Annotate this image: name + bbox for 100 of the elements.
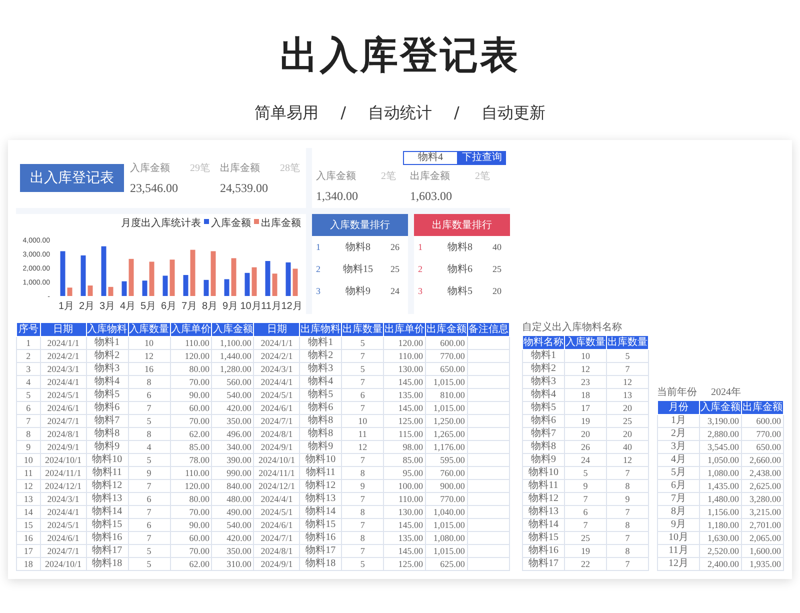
- table-cell: 1,280.00: [220, 364, 252, 374]
- table-cell: 110.00: [398, 351, 423, 361]
- table-cell: 95.00: [402, 468, 423, 478]
- table-cell: 8: [625, 520, 630, 530]
- table-cell: 物料8: [308, 415, 334, 426]
- table-cell: 350.00: [226, 416, 252, 426]
- table-cell: 40: [623, 442, 632, 452]
- banner-title: 出入库登记表: [20, 164, 124, 192]
- table-cell: 2,660.00: [750, 455, 781, 465]
- table-cell: 2024/2/1: [260, 351, 293, 361]
- column-header: 日期: [254, 322, 300, 336]
- chart-bar: [170, 260, 175, 296]
- column-header: 日期: [40, 322, 86, 336]
- table-cell: 物料3: [531, 376, 556, 387]
- table-cell: 2024/6/1: [260, 403, 293, 413]
- chart-title: 月度出入库统计表: [121, 218, 201, 229]
- table-cell: 810.00: [440, 390, 465, 400]
- table-cell: 1,435.00: [708, 481, 739, 491]
- table-cell: 560.00: [226, 377, 252, 387]
- table-cell: 25: [581, 533, 590, 543]
- table-cell: 11月: [668, 545, 688, 556]
- filter-field[interactable]: 物料4: [403, 151, 458, 165]
- table-cell: 5: [360, 338, 365, 348]
- table-cell: 物料8: [531, 441, 556, 452]
- column-header: 入库物料: [86, 322, 128, 336]
- stat-count: 2笔: [475, 170, 490, 183]
- table-cell: 8: [360, 507, 365, 517]
- table-cell: 770.00: [440, 351, 465, 361]
- table-cell: 6: [583, 507, 588, 517]
- chart-bar: [80, 255, 86, 296]
- table-cell: 90.00: [189, 390, 210, 400]
- column-header: 出库数量: [342, 322, 384, 336]
- table-cell: 80.00: [189, 494, 210, 504]
- table-cell: 5: [360, 559, 365, 569]
- table-cell: 25: [623, 416, 632, 426]
- stat-value: 1,340.00: [316, 189, 359, 204]
- table-cell: 85.00: [189, 442, 210, 452]
- table-cell: 2024/12/1: [44, 481, 82, 491]
- table-cell: 9: [360, 481, 365, 491]
- table-cell: 物料15: [306, 519, 336, 530]
- table-cell: 6: [146, 390, 152, 400]
- table-cell: 12: [623, 455, 632, 465]
- table-cell: 6: [146, 520, 152, 530]
- chart-bar: [88, 286, 93, 296]
- column-header: 备注信息: [467, 322, 510, 336]
- table-cell: 3,545.00: [708, 442, 739, 452]
- axis-label: 3月: [99, 301, 116, 312]
- table-cell: 2,400.00: [708, 559, 739, 569]
- table-cell: 物料9: [531, 454, 556, 465]
- table-cell: 20: [623, 429, 632, 439]
- chart-bar: [244, 272, 250, 296]
- table-cell: 70.00: [189, 377, 210, 387]
- table-cell: 12: [581, 364, 590, 374]
- table-cell: 350.00: [226, 546, 252, 556]
- column-header: 入库金额: [700, 400, 742, 414]
- rank-quantity: 20: [492, 286, 502, 296]
- table-cell: 8月: [671, 506, 686, 517]
- rank-item: 物料5: [446, 284, 474, 298]
- column-header: 物料名称: [522, 336, 564, 350]
- table-cell: 12: [144, 351, 154, 361]
- stat-count: 28笔: [280, 162, 300, 174]
- table-cell: 650.00: [440, 364, 465, 374]
- table-cell: 1,250.00: [433, 416, 465, 426]
- table-cell: 650.00: [756, 442, 781, 452]
- table-cell: 物料16: [528, 545, 558, 556]
- chart-bar: [162, 276, 168, 296]
- table-cell: 770.00: [756, 429, 781, 439]
- table-cell: 7: [360, 455, 365, 465]
- table-cell: 120.00: [398, 338, 423, 348]
- table-cell: 760.00: [440, 468, 465, 478]
- table-cell: 7: [360, 546, 365, 556]
- table-cell: 2024/7/1: [47, 546, 80, 556]
- table-cell: 物料18: [92, 558, 122, 569]
- table-cell: 1,935.00: [750, 559, 781, 569]
- rank-item: 物料8: [446, 240, 474, 254]
- table-cell: 115.00: [398, 429, 423, 439]
- column-header: 序号: [16, 322, 40, 336]
- table-cell: 物料4: [308, 376, 334, 387]
- table-cell: 1,040.00: [433, 507, 465, 517]
- table-cell: 物料11: [92, 467, 122, 478]
- year-label: 当前年份: [657, 386, 697, 399]
- table-cell: 2024/2/1: [47, 351, 80, 361]
- table-cell: 3,215.00: [750, 507, 781, 517]
- stat-value: 24,539.00: [220, 180, 269, 196]
- chart-bar: [224, 279, 230, 296]
- rank-number: 2: [316, 264, 322, 274]
- table-cell: 5月: [671, 467, 686, 478]
- table-cell: 2024/6/1: [47, 533, 80, 543]
- table-cell: 20: [623, 403, 632, 413]
- table-cell: 8: [360, 533, 365, 543]
- axis-label: 5月: [140, 301, 156, 312]
- table-cell: 7: [146, 481, 152, 491]
- table-cell: 1,050.00: [708, 455, 739, 465]
- table-cell: 12: [358, 442, 368, 452]
- column-header: 入库数量: [564, 336, 606, 350]
- table-cell: 5: [146, 546, 152, 556]
- table-cell: 2024/9/1: [47, 442, 80, 452]
- table-cell: 600.00: [756, 416, 781, 426]
- table-cell: 900.00: [440, 481, 465, 491]
- query-button[interactable]: 下拉查询: [458, 151, 506, 165]
